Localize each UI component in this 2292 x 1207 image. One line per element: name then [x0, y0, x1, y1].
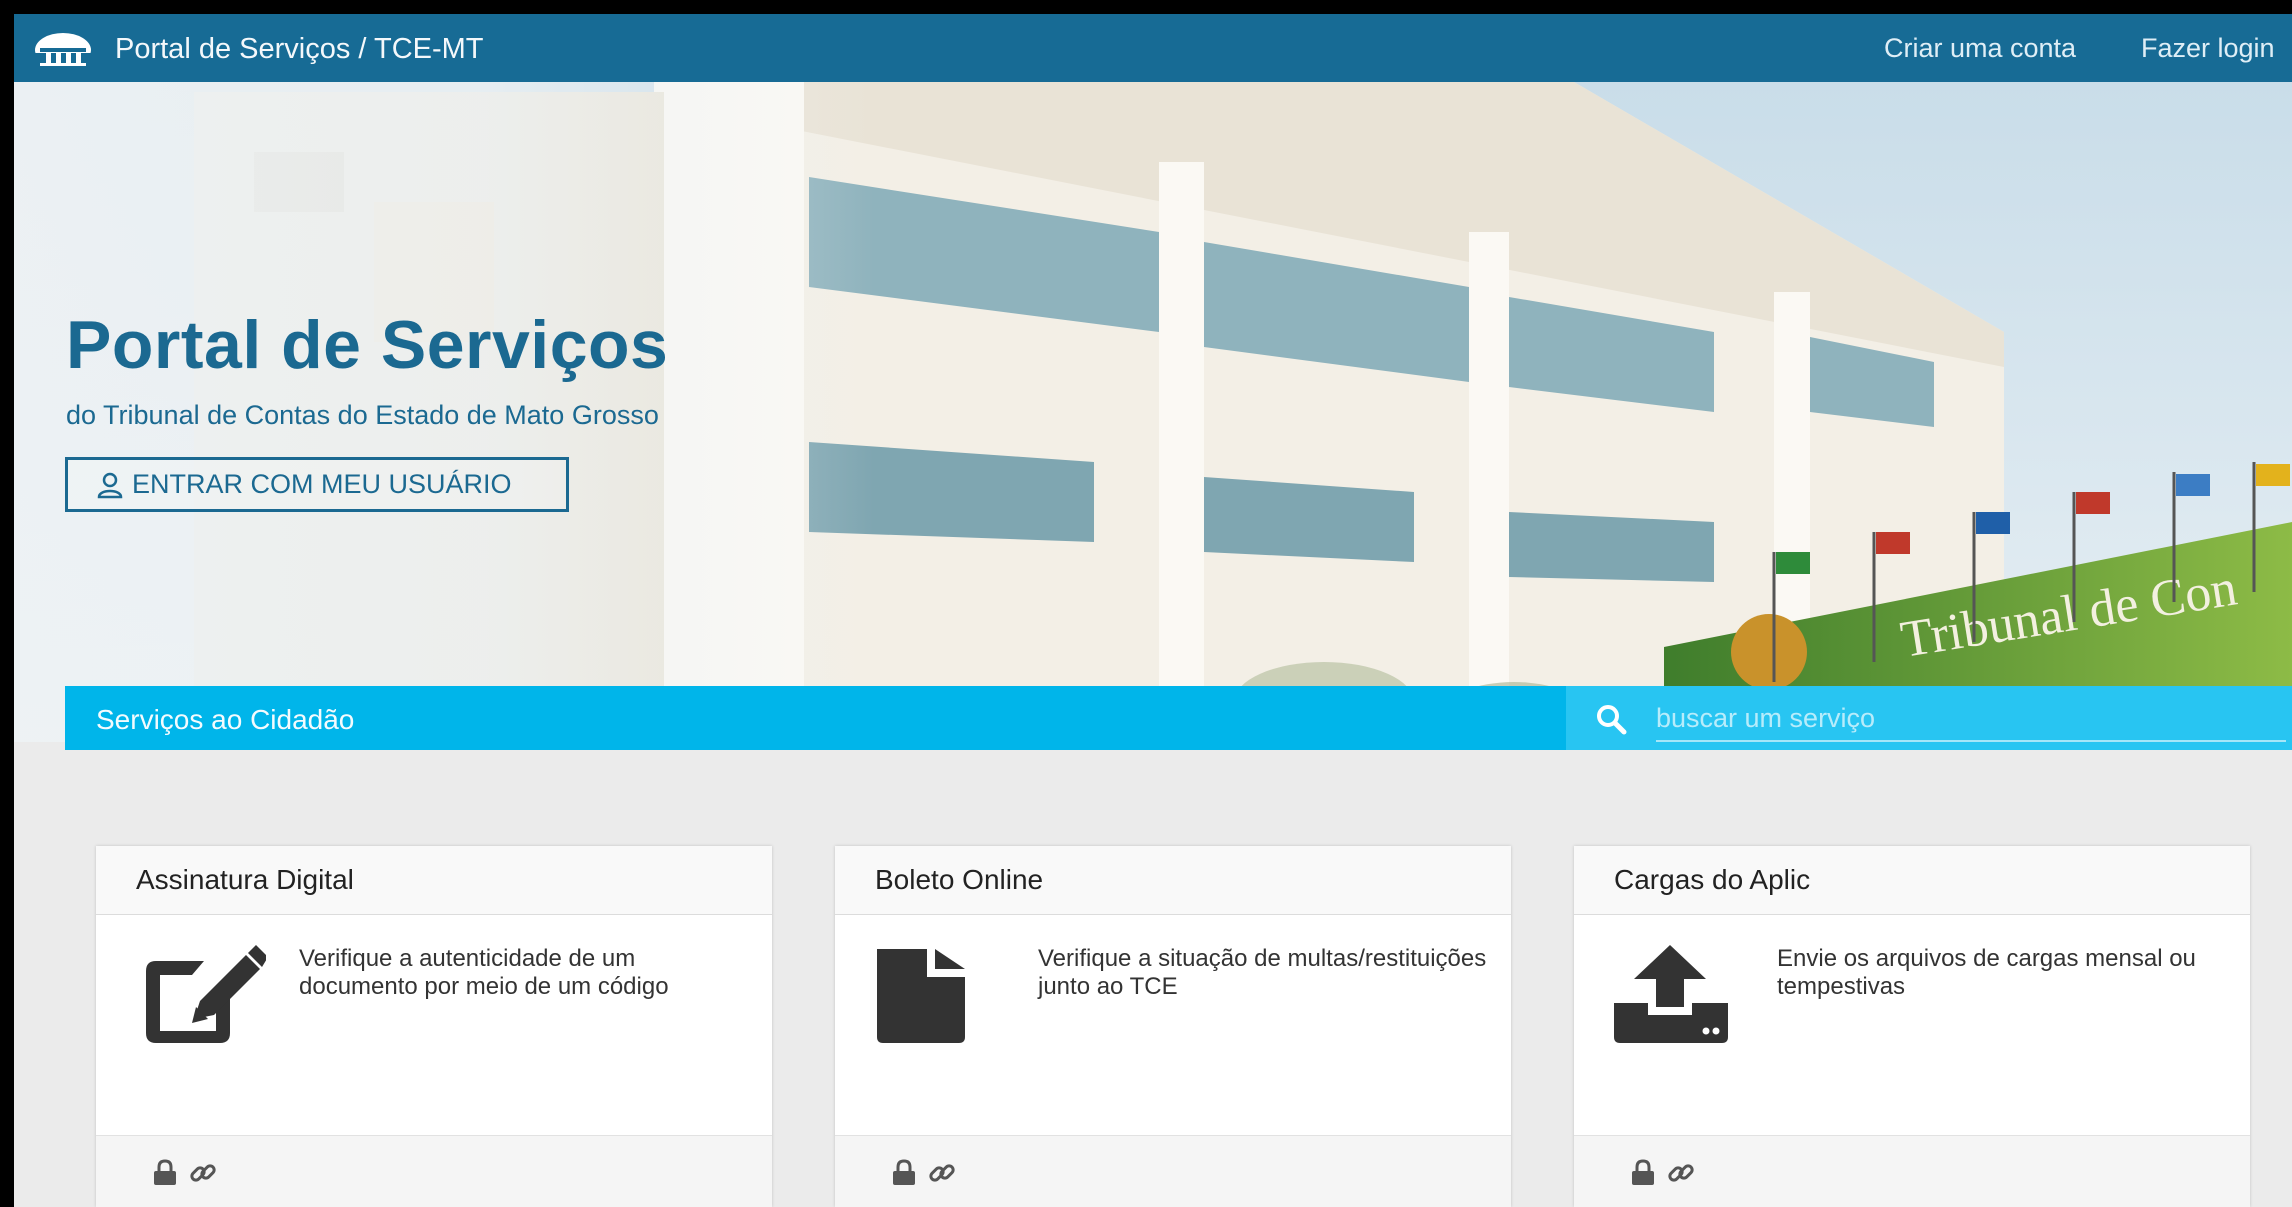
card-footer	[96, 1135, 772, 1207]
card-title: Assinatura Digital	[96, 846, 772, 915]
hero-title: Portal de Serviços	[66, 307, 669, 383]
edit-icon	[146, 945, 266, 1043]
card-footer	[835, 1135, 1511, 1207]
service-card-cargas-do-aplic[interactable]: Cargas do Aplic Envie os arquivos de car…	[1574, 846, 2250, 1207]
hero-subtitle: do Tribunal de Contas do Estado de Mato …	[66, 400, 659, 430]
card-description: Verifique a autenticidade de um document…	[299, 945, 669, 1000]
lock-icon	[893, 1159, 915, 1185]
card-body: Verifique a situação de multas/restituiç…	[835, 915, 1511, 1125]
create-account-link[interactable]: Criar uma conta	[1884, 33, 2076, 64]
file-icon	[877, 949, 965, 1043]
card-title: Boleto Online	[835, 846, 1511, 915]
card-description: Verifique a situação de multas/restituiç…	[1038, 945, 1487, 1000]
link-icon[interactable]	[188, 1158, 218, 1188]
link-icon[interactable]	[1666, 1158, 1696, 1188]
link-icon[interactable]	[927, 1158, 957, 1188]
card-footer	[1574, 1135, 2250, 1207]
search-input[interactable]	[1656, 696, 2286, 742]
card-body: Verifique a autenticidade de um document…	[96, 915, 772, 1125]
tce-logo-icon[interactable]	[34, 28, 92, 68]
card-description: Envie os arquivos de cargas mensal ou te…	[1777, 945, 2196, 1000]
login-with-user-button[interactable]: ENTRAR COM MEU USUÁRIO	[65, 457, 569, 512]
card-body: Envie os arquivos de cargas mensal ou te…	[1574, 915, 2250, 1125]
user-icon	[97, 472, 123, 498]
services-bar: Serviços ao Cidadão	[65, 686, 1566, 750]
service-search	[1566, 686, 2292, 750]
app-title[interactable]: Portal de Serviços / TCE-MT	[115, 33, 484, 66]
login-link[interactable]: Fazer login	[2141, 33, 2275, 64]
services-bar-label: Serviços ao Cidadão	[96, 704, 355, 735]
search-icon[interactable]	[1594, 702, 1628, 736]
service-card-assinatura-digital[interactable]: Assinatura Digital Verifique a autentici…	[96, 846, 772, 1207]
upload-icon	[1614, 945, 1728, 1043]
browser-viewport: Portal de Serviços / TCE-MT Criar uma co…	[14, 14, 2292, 1207]
top-navbar: Portal de Serviços / TCE-MT Criar uma co…	[14, 14, 2292, 82]
lock-icon	[154, 1159, 176, 1185]
hero-banner: Tribunal de Con Portal de Serviços do Tr…	[14, 82, 2292, 742]
service-card-boleto-online[interactable]: Boleto Online Verifique a situação de mu…	[835, 846, 1511, 1207]
login-with-user-label: ENTRAR COM MEU USUÁRIO	[132, 469, 512, 499]
card-title: Cargas do Aplic	[1574, 846, 2250, 915]
lock-icon	[1632, 1159, 1654, 1185]
